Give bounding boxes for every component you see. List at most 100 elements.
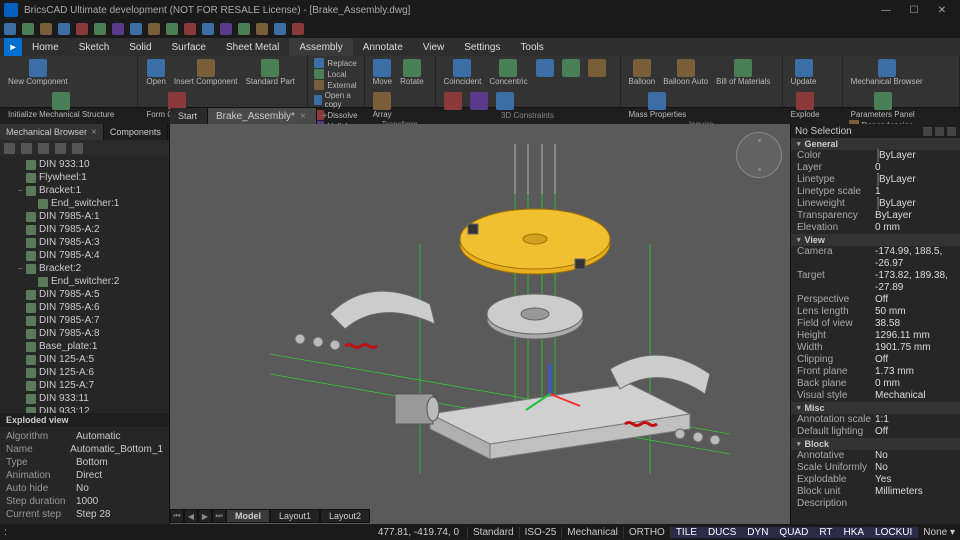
ribbon-new-component[interactable]: New Component bbox=[6, 58, 70, 87]
prop-value[interactable]: No bbox=[875, 462, 954, 474]
qat-icon[interactable] bbox=[130, 23, 142, 35]
filter-icon[interactable] bbox=[935, 127, 944, 136]
ribbon-constraint-icon[interactable] bbox=[442, 91, 464, 111]
filter-icon[interactable] bbox=[923, 127, 932, 136]
ribbon-constraint-icon[interactable] bbox=[494, 91, 516, 111]
qat-icon[interactable] bbox=[184, 23, 196, 35]
prop-value[interactable]: ByLayer bbox=[875, 210, 954, 222]
menu-surface[interactable]: Surface bbox=[162, 38, 216, 56]
browser-tool-icon[interactable] bbox=[55, 143, 66, 154]
prop-value[interactable]: ByLayer bbox=[875, 150, 954, 162]
ribbon-constraint-icon[interactable] bbox=[468, 91, 490, 111]
prop-value[interactable] bbox=[875, 498, 954, 510]
ribbon-local[interactable]: Local bbox=[314, 69, 357, 79]
doc-tab-start[interactable]: Start bbox=[170, 108, 208, 124]
menu-solid[interactable]: Solid bbox=[119, 38, 161, 56]
viewport-3d[interactable]: ⏮◀▶⏭ModelLayout1Layout2 bbox=[170, 124, 790, 524]
prop-value[interactable]: Off bbox=[875, 294, 954, 306]
prop-section-view[interactable]: ▾View bbox=[791, 234, 960, 246]
menu-sketch[interactable]: Sketch bbox=[69, 38, 120, 56]
menu-view[interactable]: View bbox=[413, 38, 455, 56]
prop-value[interactable]: 0 bbox=[875, 162, 954, 174]
prop-value[interactable]: 1901.75 mm bbox=[875, 342, 954, 354]
ribbon-explode[interactable]: Explode bbox=[789, 91, 822, 120]
prop-value[interactable]: Mechanical bbox=[875, 390, 954, 402]
status-toggle-ducs[interactable]: DUCS bbox=[702, 527, 741, 538]
status-toggle-dyn[interactable]: DYN bbox=[741, 527, 773, 538]
prop-value[interactable]: Yes bbox=[875, 474, 954, 486]
prop-value[interactable]: Off bbox=[875, 426, 954, 438]
prop-value[interactable]: -174.99, 188.5, -26.97 bbox=[875, 246, 954, 270]
qat-icon[interactable] bbox=[58, 23, 70, 35]
prop-value[interactable]: ByLayer bbox=[875, 198, 954, 210]
ribbon-move[interactable]: Move bbox=[371, 58, 395, 87]
tree-node[interactable]: −Bracket:2 bbox=[0, 262, 169, 275]
qat-icon[interactable] bbox=[166, 23, 178, 35]
prop-value[interactable]: 1.73 mm bbox=[875, 366, 954, 378]
status-toggle-rt[interactable]: RT bbox=[813, 527, 837, 538]
tree-node[interactable]: DIN 125-A:6 bbox=[0, 366, 169, 379]
tree-node[interactable]: End_switcher:1 bbox=[0, 197, 169, 210]
status-toggle-quad[interactable]: QUAD bbox=[773, 527, 813, 538]
prop-value[interactable]: Bottom bbox=[76, 456, 108, 469]
tree-node[interactable]: DIN 933:11 bbox=[0, 392, 169, 405]
tree-node[interactable]: DIN 7985-A:7 bbox=[0, 314, 169, 327]
menu-assembly[interactable]: Assembly bbox=[289, 38, 352, 56]
prop-value[interactable]: No bbox=[76, 482, 89, 495]
app-logo[interactable]: ▸ bbox=[4, 38, 22, 56]
prop-value[interactable]: Off bbox=[875, 354, 954, 366]
qat-icon[interactable] bbox=[292, 23, 304, 35]
qat-icon[interactable] bbox=[94, 23, 106, 35]
filter-icon[interactable] bbox=[947, 127, 956, 136]
close-icon[interactable]: × bbox=[91, 127, 97, 138]
qat-icon[interactable] bbox=[40, 23, 52, 35]
ribbon-initialize-mechanical-structure[interactable]: Initialize Mechanical Structure bbox=[6, 91, 116, 120]
qat-icon[interactable] bbox=[22, 23, 34, 35]
status-toggle-ortho[interactable]: ORTHO bbox=[623, 527, 670, 538]
tree-node[interactable]: Flywheel:1 bbox=[0, 171, 169, 184]
qat-icon[interactable] bbox=[274, 23, 286, 35]
tree-node[interactable]: End_switcher:2 bbox=[0, 275, 169, 288]
layout-nav-button[interactable]: ⏭ bbox=[212, 509, 226, 523]
tree-node[interactable]: DIN 125-A:5 bbox=[0, 353, 169, 366]
status-toggle-hka[interactable]: HKA bbox=[837, 527, 869, 538]
ribbon-constraint-icon[interactable] bbox=[534, 58, 556, 87]
tree-node[interactable]: DIN 7985-A:5 bbox=[0, 288, 169, 301]
ribbon-external[interactable]: External bbox=[314, 80, 357, 90]
tree-node[interactable]: DIN 933:10 bbox=[0, 158, 169, 171]
ribbon-balloon[interactable]: Balloon bbox=[627, 58, 658, 87]
doc-tab[interactable]: Brake_Assembly*× bbox=[208, 108, 317, 124]
qat-icon[interactable] bbox=[76, 23, 88, 35]
ribbon-bill-of-materials[interactable]: Bill of Materials bbox=[714, 58, 772, 87]
tree-node[interactable]: DIN 7985-A:2 bbox=[0, 223, 169, 236]
maximize-button[interactable]: ☐ bbox=[900, 1, 928, 19]
ribbon-open[interactable]: Open bbox=[144, 58, 168, 87]
ribbon-replace[interactable]: Replace bbox=[314, 58, 357, 68]
ribbon-insert-component[interactable]: Insert Component bbox=[172, 58, 240, 87]
qat-icon[interactable] bbox=[4, 23, 16, 35]
ribbon-concentric[interactable]: Concentric bbox=[487, 58, 529, 87]
layout-tab-layout2[interactable]: Layout2 bbox=[320, 509, 370, 523]
view-navigator[interactable] bbox=[736, 132, 782, 178]
browser-tool-icon[interactable] bbox=[38, 143, 49, 154]
prop-value[interactable]: Automatic bbox=[76, 430, 120, 443]
prop-value[interactable]: Millimeters bbox=[875, 486, 954, 498]
prop-section-block[interactable]: ▾Block bbox=[791, 438, 960, 450]
ribbon-constraint-icon[interactable] bbox=[560, 58, 582, 87]
prop-value[interactable]: 0 mm bbox=[875, 222, 954, 234]
prop-value[interactable]: Direct bbox=[76, 469, 102, 482]
tree-node[interactable]: −Bracket:1 bbox=[0, 184, 169, 197]
tree-node[interactable]: DIN 933:12 bbox=[0, 405, 169, 413]
tree-node[interactable]: DIN 7985-A:8 bbox=[0, 327, 169, 340]
menu-settings[interactable]: Settings bbox=[454, 38, 510, 56]
ribbon-rotate[interactable]: Rotate bbox=[398, 58, 426, 87]
layout-tab-layout1[interactable]: Layout1 bbox=[270, 509, 320, 523]
status-item[interactable]: Mechanical bbox=[561, 527, 623, 538]
layout-tab-model[interactable]: Model bbox=[226, 509, 270, 523]
status-item[interactable]: ISO-25 bbox=[519, 527, 562, 538]
status-toggle-lockui[interactable]: LOCKUI bbox=[869, 527, 917, 538]
ribbon-mechanical-browser[interactable]: Mechanical Browser bbox=[849, 58, 925, 87]
prop-value[interactable]: 1:1 bbox=[875, 414, 954, 426]
prop-value[interactable]: 1296.11 mm bbox=[875, 330, 954, 342]
ribbon-parameters-panel[interactable]: Parameters Panel bbox=[849, 91, 917, 120]
